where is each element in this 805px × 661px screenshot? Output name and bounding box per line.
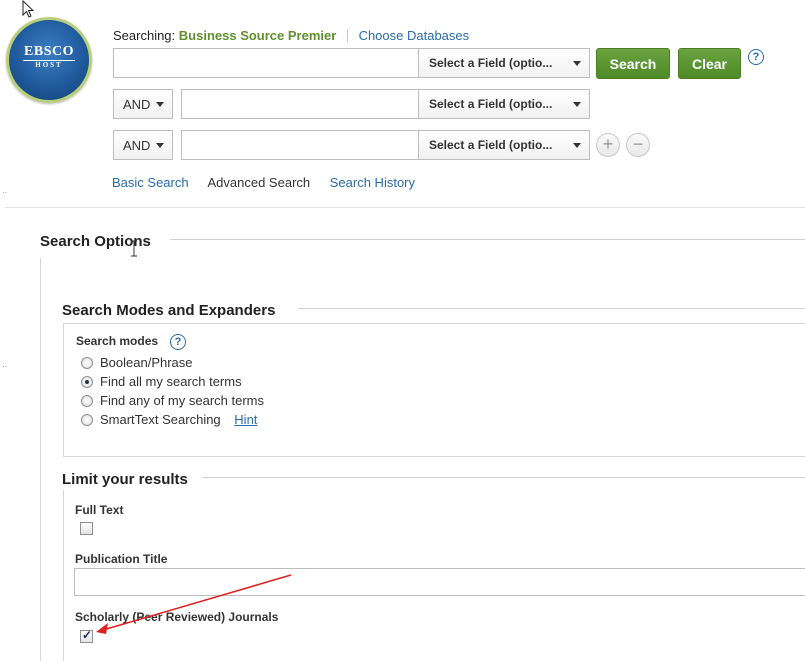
field-select-label: Select a Field (optio...	[429, 97, 553, 111]
search-input-3[interactable]	[181, 130, 419, 160]
divider	[298, 308, 805, 309]
divider	[346, 29, 348, 42]
full-text-checkbox[interactable]	[80, 522, 93, 535]
caret-down-icon	[156, 102, 164, 107]
searching-label: Searching:	[113, 28, 176, 43]
logo-subtext: HOST	[35, 61, 63, 69]
searching-info: Searching: Business Source Premier Choos…	[113, 28, 469, 43]
full-text-label: Full Text	[75, 503, 124, 517]
ebscohost-logo[interactable]: EBSCO HOST	[6, 17, 92, 103]
search-row-3: AND Select a Field (optio...	[113, 130, 593, 160]
publication-title-input[interactable]	[74, 568, 805, 596]
caret-down-icon	[156, 143, 164, 148]
logo-text: EBSCO	[24, 44, 74, 59]
search-input-2[interactable]	[181, 89, 419, 119]
divider	[170, 239, 805, 240]
caret-down-icon	[573, 61, 581, 66]
caret-down-icon	[573, 143, 581, 148]
mouse-cursor-icon	[22, 0, 35, 18]
limit-results-title: Limit your results	[62, 471, 188, 488]
search-input-1[interactable]	[113, 48, 419, 78]
decorative-dots: ··	[2, 362, 8, 371]
field-select-1[interactable]: Select a Field (optio...	[418, 48, 590, 78]
operator-label: AND	[123, 138, 151, 153]
modes-section-title: Search Modes and Expanders	[62, 302, 276, 319]
radio-smarttext[interactable]: SmartText Searching Hint	[81, 412, 257, 428]
divider	[202, 477, 805, 478]
search-modes-label: Search modes	[76, 334, 159, 348]
hint-link[interactable]: Hint	[234, 412, 257, 427]
clear-button[interactable]: Clear	[678, 48, 741, 79]
radio-button[interactable]	[81, 357, 93, 369]
radio-find-all[interactable]: Find all my search terms	[81, 374, 242, 390]
operator-label: AND	[123, 97, 151, 112]
radio-label: Find all my search terms	[100, 374, 242, 389]
radio-label: Find any of my search terms	[100, 393, 264, 408]
caret-down-icon	[573, 102, 581, 107]
options-border	[40, 258, 41, 661]
field-select-label: Select a Field (optio...	[429, 138, 553, 152]
choose-databases-link[interactable]: Choose Databases	[359, 28, 470, 43]
radio-label: SmartText Searching	[100, 412, 221, 427]
search-row-2: AND Select a Field (optio...	[113, 89, 593, 119]
limits-border	[63, 490, 64, 661]
help-icon[interactable]: ?	[170, 334, 186, 350]
radio-find-any[interactable]: Find any of my search terms	[81, 393, 264, 409]
search-history-link[interactable]: Search History	[330, 175, 415, 190]
search-button[interactable]: Search	[596, 48, 670, 79]
radio-boolean-phrase[interactable]: Boolean/Phrase	[81, 355, 193, 371]
text-cursor-icon	[131, 240, 137, 257]
operator-select-3[interactable]: AND	[113, 130, 173, 160]
radio-button[interactable]	[81, 376, 93, 388]
advanced-search-link[interactable]: Advanced Search	[208, 175, 311, 190]
divider	[5, 207, 805, 208]
publication-title-label: Publication Title	[75, 552, 168, 566]
help-icon[interactable]: ?	[748, 49, 764, 65]
search-row-1: Select a Field (optio...	[113, 48, 593, 78]
field-select-3[interactable]: Select a Field (optio...	[418, 130, 590, 160]
radio-button[interactable]	[81, 414, 93, 426]
scholarly-journals-checkbox[interactable]	[80, 628, 93, 643]
search-nav-links: Basic Search Advanced Search Search Hist…	[112, 175, 431, 190]
scholarly-journals-label: Scholarly (Peer Reviewed) Journals	[75, 610, 279, 624]
decorative-dots: ··	[2, 188, 8, 197]
field-select-2[interactable]: Select a Field (optio...	[418, 89, 590, 119]
plus-icon[interactable]: +	[596, 133, 620, 157]
radio-button[interactable]	[81, 395, 93, 407]
operator-select-2[interactable]: AND	[113, 89, 173, 119]
minus-icon[interactable]: −	[626, 133, 650, 157]
database-name: Business Source Premier	[178, 28, 337, 43]
basic-search-link[interactable]: Basic Search	[112, 175, 189, 190]
field-select-label: Select a Field (optio...	[429, 56, 553, 70]
radio-label: Boolean/Phrase	[100, 355, 193, 370]
